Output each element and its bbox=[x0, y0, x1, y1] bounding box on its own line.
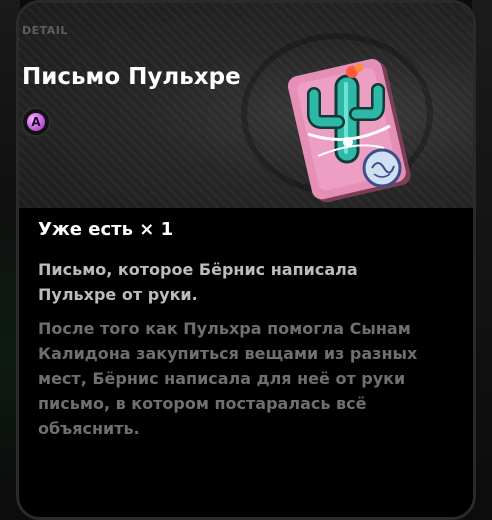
item-lore: После того как Пульхра помогла Сынам Кал… bbox=[38, 319, 418, 438]
owned-count: Уже есть × 1 bbox=[38, 219, 174, 240]
rank-a-badge-icon: A bbox=[21, 107, 51, 137]
item-title: Письмо Пульхре bbox=[22, 64, 241, 90]
section-label: DETAIL bbox=[22, 24, 68, 37]
cactus-letter-icon bbox=[287, 58, 411, 203]
item-description: Письмо, которое Бёрнис написала Пульхре … bbox=[38, 260, 358, 304]
rank-label: A bbox=[27, 113, 45, 131]
